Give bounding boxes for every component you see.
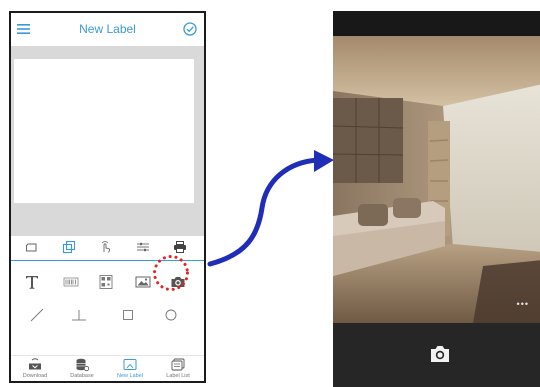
label-canvas[interactable] — [14, 59, 194, 203]
rectangle-tool-icon[interactable] — [120, 307, 136, 323]
text-tool-icon[interactable] — [24, 274, 40, 290]
label-app-screen: New Label Download Database New Label La… — [9, 11, 206, 383]
nav-new-label[interactable]: New Label — [107, 358, 153, 379]
nav-new-label-label: New Label — [117, 373, 143, 379]
more-dots-icon[interactable]: ••• — [517, 299, 529, 309]
download-icon — [29, 358, 41, 370]
layers-icon[interactable] — [62, 240, 76, 254]
table-tool-icon[interactable] — [71, 307, 87, 323]
barcode-tool-icon[interactable] — [63, 274, 79, 290]
app-header: New Label — [11, 13, 204, 46]
nav-download-label: Download — [22, 373, 48, 379]
nav-download[interactable]: Download — [12, 358, 58, 379]
qrcode-tool-icon[interactable] — [98, 274, 114, 290]
camera-top-bar — [333, 11, 540, 36]
nav-database[interactable]: Database — [59, 358, 105, 379]
camera-icon[interactable] — [429, 344, 451, 364]
camera-viewfinder[interactable] — [333, 36, 540, 323]
touch-icon[interactable] — [99, 240, 113, 254]
nav-database-label: Database — [70, 373, 94, 379]
check-circle-icon[interactable] — [183, 22, 197, 36]
page-title: New Label — [79, 22, 136, 36]
nav-label-list[interactable]: Label List — [155, 358, 201, 379]
new-label-icon — [123, 359, 137, 370]
label-list-icon — [171, 358, 185, 371]
label-canvas-area — [11, 46, 204, 236]
transition-arrow-icon — [207, 150, 334, 267]
print-icon[interactable] — [173, 240, 187, 254]
bottom-navigation: Download Database New Label Label List — [11, 355, 204, 381]
database-icon — [76, 358, 89, 371]
line-tool-icon[interactable] — [29, 307, 45, 323]
camera-screen: ••• — [333, 11, 540, 387]
frame-icon[interactable] — [25, 240, 39, 254]
image-tool-icon[interactable] — [135, 274, 151, 290]
nav-label-list-label: Label List — [166, 373, 190, 379]
circle-tool-icon[interactable] — [163, 307, 179, 323]
camera-tool-highlight — [153, 255, 189, 291]
align-icon[interactable] — [136, 240, 150, 254]
